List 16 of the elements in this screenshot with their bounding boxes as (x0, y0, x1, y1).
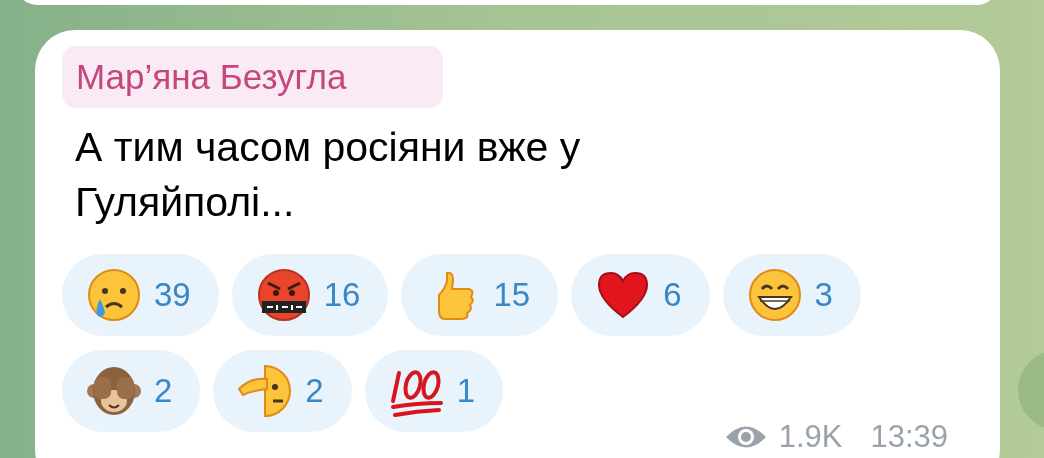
reaction-button[interactable]: 2 (62, 350, 201, 432)
angry-face-icon (255, 267, 312, 323)
reaction-button[interactable]: 3 (722, 254, 861, 336)
message-text: А тим часом росіяни вже у Гуляйполі... (74, 123, 582, 227)
reaction-button[interactable]: 6 (571, 254, 710, 336)
reaction-button[interactable]: 1 (364, 350, 504, 432)
reaction-button[interactable]: 39 (62, 254, 219, 336)
message-time: 13:39 (870, 418, 948, 456)
author-name[interactable]: Мар’яна Безугла (62, 46, 443, 108)
saluting-face-icon (237, 363, 294, 419)
reaction-button[interactable]: 15 (401, 254, 559, 336)
reaction-button[interactable]: 16 (231, 254, 389, 336)
grinning-face-icon (746, 267, 803, 323)
reaction-button[interactable]: 2 (213, 350, 352, 432)
view-count: 1.9K (778, 418, 843, 456)
crying-face-icon (86, 267, 142, 323)
